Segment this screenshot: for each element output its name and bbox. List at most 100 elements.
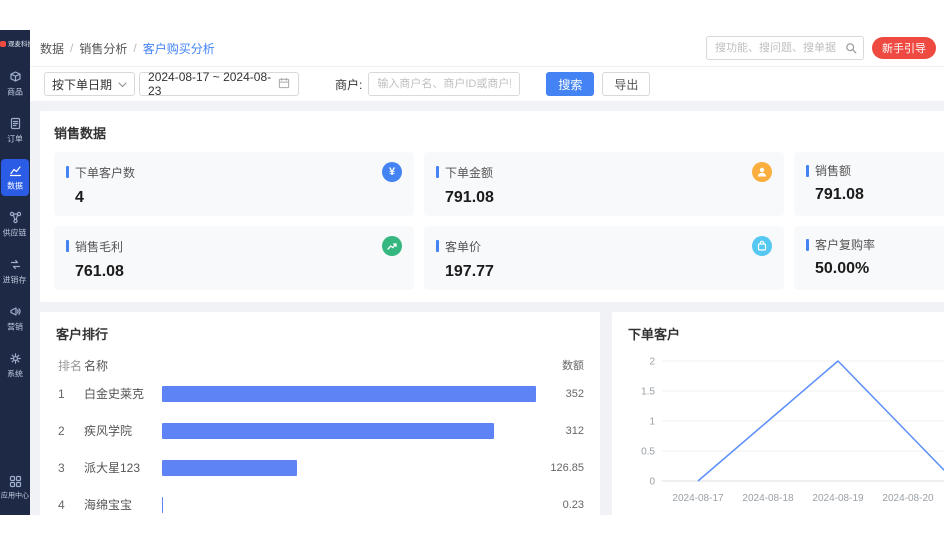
ranking-bar: [162, 460, 297, 476]
export-button[interactable]: 导出: [602, 72, 650, 96]
global-search-input[interactable]: [707, 42, 845, 54]
accent-bar: [436, 166, 439, 178]
stat-value: 50.00%: [815, 260, 944, 278]
breadcrumb-item[interactable]: 数据: [40, 40, 64, 57]
bag-icon: [752, 236, 772, 256]
stat-label: 销售额: [815, 162, 944, 179]
breadcrumb-item[interactable]: 销售分析: [79, 40, 127, 57]
ranking-value: 352: [536, 388, 584, 400]
ranking-row: 4 海绵宝宝 0.23: [56, 486, 584, 515]
breadcrumb: 数据 / 销售分析 / 客户购买分析: [40, 40, 215, 57]
customer-name: 派大星123: [84, 459, 162, 476]
content-area: 销售数据 下单客户数 ¥ 4: [30, 101, 944, 515]
sidebar-item-data[interactable]: 数据: [1, 159, 29, 196]
merchant-search-input[interactable]: [368, 72, 520, 96]
date-range-value: 2024-08-17 ~ 2024-08-23: [148, 70, 278, 98]
svg-text:2024-08-19: 2024-08-19: [812, 493, 864, 504]
stats-grid: 下单客户数 ¥ 4 下单金额: [54, 152, 944, 290]
stat-value: 197.77: [445, 263, 772, 281]
rank-number: 4: [56, 498, 84, 512]
ranking-value: 312: [536, 425, 584, 437]
stat-repurchase-rate: 客户复购率 50.00%: [794, 226, 944, 290]
breadcrumb-separator: /: [70, 41, 73, 55]
stat-value: 791.08: [815, 186, 944, 204]
sidebar-item-orders[interactable]: 订单: [1, 112, 29, 149]
stat-label: 下单金额: [445, 164, 752, 181]
ranking-header: 排名 名称 数额: [56, 355, 584, 375]
customer-ranking-card: 客户排行 排名 名称 数额 1 白金史莱克: [40, 312, 600, 515]
sidebar-item-label: 商品: [7, 86, 23, 97]
stat-order-amount: 下单金额 791.08: [424, 152, 784, 216]
sidebar-item-inventory[interactable]: 进销存: [1, 253, 29, 290]
customer-name: 海绵宝宝: [84, 496, 162, 513]
ranking-table: 排名 名称 数额 1 白金史莱克 352: [56, 355, 584, 515]
stat-label: 客单价: [445, 238, 752, 255]
ranking-bar: [162, 423, 494, 439]
svg-text:0: 0: [649, 477, 655, 488]
sidebar: 观麦科技 商品 订单 数据 供应链: [0, 30, 30, 515]
stat-value: 761.08: [75, 263, 402, 281]
svg-text:2024-08-18: 2024-08-18: [742, 493, 794, 504]
accent-bar: [436, 240, 439, 252]
stat-value: 4: [75, 189, 402, 207]
stat-value: 791.08: [445, 189, 772, 207]
accent-bar: [806, 165, 809, 177]
global-search-box[interactable]: [706, 36, 864, 60]
filter-bar: 按下单日期 2024-08-17 ~ 2024-08-23 商户: 搜索 导出: [30, 67, 944, 101]
sidebar-item-app-center[interactable]: 应用中心: [1, 470, 29, 505]
sidebar-item-label: 应用中心: [1, 491, 29, 501]
rank-number: 1: [56, 387, 84, 401]
stat-label: 下单客户数: [75, 164, 382, 181]
sales-data-title: 销售数据: [54, 123, 944, 142]
column-header-rank: 排名: [56, 357, 84, 374]
date-type-select[interactable]: 按下单日期: [44, 72, 135, 96]
svg-text:2024-08-20: 2024-08-20: [882, 493, 934, 504]
breadcrumb-item-current: 客户购买分析: [143, 40, 215, 57]
sidebar-item-system[interactable]: 系统: [1, 347, 29, 384]
column-header-amount: 数额: [536, 357, 584, 373]
column-header-name: 名称: [84, 357, 162, 374]
sidebar-item-marketing[interactable]: 营销: [1, 300, 29, 337]
ranking-row: 3 派大星123 126.85: [56, 449, 584, 486]
svg-text:2: 2: [649, 357, 655, 368]
merchant-label: 商户:: [335, 76, 362, 93]
document-icon: [9, 117, 22, 130]
topbar: 数据 / 销售分析 / 客户购买分析 新手引导: [30, 30, 944, 67]
trend-up-icon: [382, 236, 402, 256]
search-icon[interactable]: [845, 42, 863, 54]
ranking-value: 0.23: [536, 499, 584, 511]
dashboard-page: 观麦科技 商品 订单 数据 供应链: [0, 0, 944, 545]
topbar-actions: 新手引导: [706, 36, 936, 60]
stat-order-customers: 下单客户数 ¥ 4: [54, 152, 414, 216]
sidebar-item-goods[interactable]: 商品: [1, 65, 29, 102]
logo-icon: [0, 41, 6, 47]
megaphone-icon: [9, 305, 22, 318]
sidebar-item-supply-chain[interactable]: 供应链: [1, 206, 29, 243]
user-icon: [752, 162, 772, 182]
guide-button[interactable]: 新手引导: [872, 37, 936, 59]
svg-text:1.5: 1.5: [641, 387, 655, 398]
date-range-picker[interactable]: 2024-08-17 ~ 2024-08-23: [139, 72, 299, 96]
ranking-bar: [162, 386, 536, 402]
ranking-row: 2 疾风学院 312: [56, 412, 584, 449]
main-area: 数据 / 销售分析 / 客户购买分析 新手引导 按下单日期: [30, 30, 944, 515]
transfer-arrows-icon: [9, 258, 22, 271]
orders-line-chart: 00.511.522024-08-172024-08-182024-08-192…: [628, 349, 944, 509]
chart-icon: [9, 164, 22, 177]
stat-gross-profit: 销售毛利 761.08: [54, 226, 414, 290]
sales-data-card: 销售数据 下单客户数 ¥ 4: [40, 111, 944, 302]
svg-text:1: 1: [649, 417, 655, 428]
stat-sales-amount: 销售额 791.08: [794, 152, 944, 216]
svg-text:0.5: 0.5: [641, 447, 655, 458]
customer-name: 白金史莱克: [84, 385, 162, 402]
sidebar-menu: 商品 订单 数据 供应链 进销存: [1, 65, 29, 470]
calendar-icon: [278, 77, 290, 92]
accent-bar: [66, 166, 69, 178]
nodes-icon: [9, 211, 22, 224]
search-button[interactable]: 搜索: [546, 72, 594, 96]
grid-icon: [9, 475, 22, 488]
stat-avg-order-value: 客单价 197.77: [424, 226, 784, 290]
sidebar-item-label: 订单: [7, 133, 23, 144]
gear-icon: [9, 352, 22, 365]
yen-icon: ¥: [382, 162, 402, 182]
